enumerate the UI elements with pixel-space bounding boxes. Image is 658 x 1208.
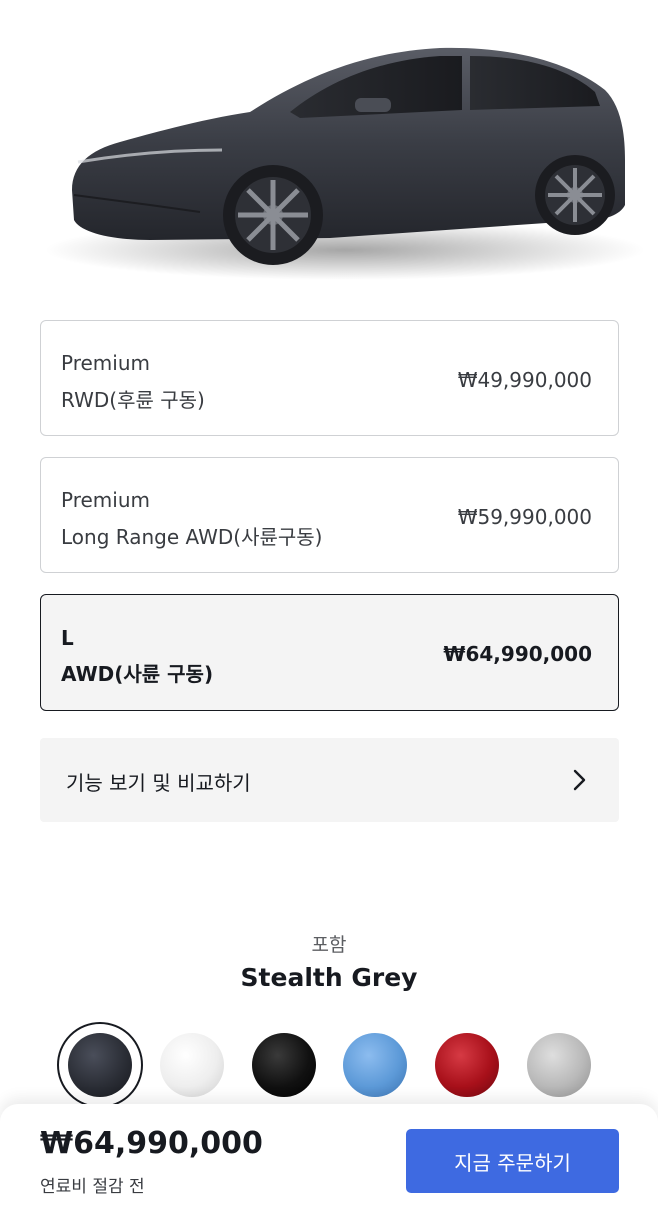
trim-title: Premium: [61, 351, 150, 375]
swatch-white[interactable]: [160, 1033, 224, 1097]
order-summary-bar: ₩64,990,000 연료비 절감 전 지금 주문하기: [0, 1104, 658, 1208]
trim-drive: RWD(후륜 구동): [61, 388, 205, 412]
swatch-black[interactable]: [252, 1033, 316, 1097]
total-price: ₩64,990,000: [40, 1126, 263, 1161]
trim-option-premium-rwd[interactable]: Premium RWD(후륜 구동) ₩49,990,000: [40, 320, 619, 436]
trim-drive: AWD(사륜 구동): [61, 662, 214, 686]
swatch-silver[interactable]: [527, 1033, 591, 1097]
swatch-red[interactable]: [435, 1033, 499, 1097]
trim-price: ₩59,990,000: [457, 505, 592, 529]
trim-price: ₩64,990,000: [443, 642, 592, 666]
vehicle-hero-image: [0, 0, 658, 330]
trim-title: L: [61, 626, 74, 650]
price-note: 연료비 절감 전: [40, 1177, 145, 1197]
paint-color-name: Stealth Grey: [240, 963, 418, 992]
trim-price: ₩49,990,000: [457, 368, 592, 392]
trim-drive: Long Range AWD(사륜구동): [61, 525, 323, 549]
trim-title: Premium: [61, 488, 150, 512]
compare-features-link[interactable]: 기능 보기 및 비교하기: [40, 738, 619, 822]
paint-included-caption: 포함: [311, 934, 347, 956]
order-now-button[interactable]: 지금 주문하기: [406, 1129, 619, 1193]
chevron-right-icon: [573, 769, 586, 791]
swatch-blue[interactable]: [343, 1033, 407, 1097]
car-illustration: [45, 47, 645, 280]
trim-option-l-awd[interactable]: L AWD(사륜 구동) ₩64,990,000: [40, 594, 619, 711]
swatch-stealth-grey[interactable]: [68, 1033, 132, 1097]
trim-option-premium-long-range-awd[interactable]: Premium Long Range AWD(사륜구동) ₩59,990,000: [40, 457, 619, 573]
compare-label: 기능 보기 및 비교하기: [66, 771, 251, 795]
